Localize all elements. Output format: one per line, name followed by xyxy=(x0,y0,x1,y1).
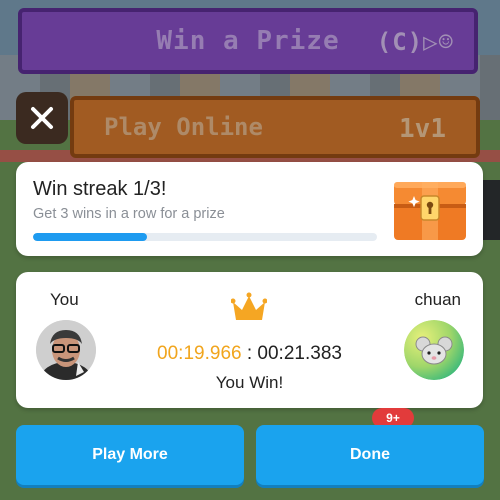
win-streak-card: Win streak 1/3! Get 3 wins in a row for … xyxy=(16,162,483,256)
opponent-name: chuan xyxy=(414,290,461,309)
result-outcome: You Win! xyxy=(215,373,284,392)
race-times: 00:19.966 : 00:21.383 xyxy=(16,343,483,365)
crown-icon xyxy=(231,292,267,320)
time-separator: : xyxy=(241,343,258,364)
streak-progress-bar xyxy=(33,233,377,241)
player-name: You xyxy=(50,290,79,309)
close-button[interactable] xyxy=(16,92,68,144)
streak-subtitle: Get 3 wins in a row for a prize xyxy=(33,206,225,222)
player-time: 00:19.966 xyxy=(157,343,242,364)
treasure-chest-icon xyxy=(394,182,466,240)
close-icon xyxy=(31,107,53,129)
done-button[interactable]: Done xyxy=(256,425,484,485)
streak-progress-fill xyxy=(33,233,147,241)
opponent-time: 00:21.383 xyxy=(257,343,342,364)
match-result-card: You chuan 00:19.966: 00:21.383 You Win! xyxy=(16,272,483,408)
play-more-button[interactable]: Play More xyxy=(16,425,244,485)
streak-title: Win streak 1/3! xyxy=(33,178,167,200)
